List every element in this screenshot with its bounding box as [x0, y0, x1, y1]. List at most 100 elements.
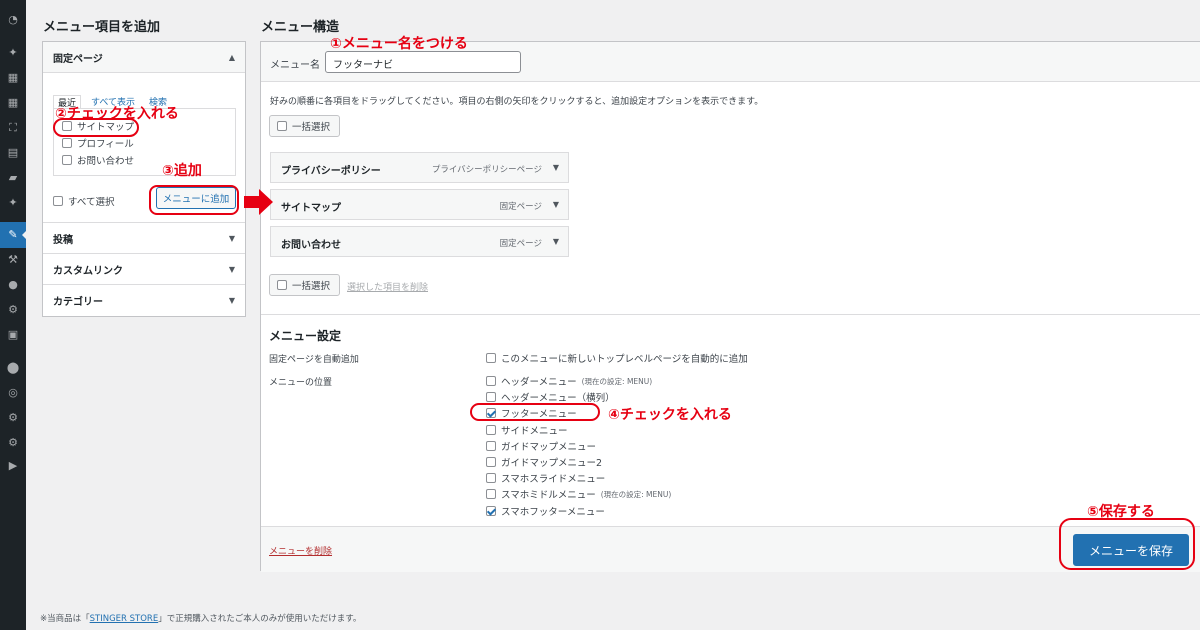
menu-location-label: ガイドマップメニュー2	[501, 458, 603, 469]
menu-location-item[interactable]: スマホフッターメニュー	[486, 504, 605, 518]
menu-item-title: お問い合わせ	[281, 240, 341, 251]
checkbox[interactable]	[486, 505, 496, 516]
settings-block-icon[interactable]: ▣	[5, 327, 21, 343]
chevron-down-icon: ▼	[228, 296, 235, 305]
menu-item-type: 固定ページ	[499, 202, 542, 212]
play-icon[interactable]: ▶	[5, 458, 21, 474]
checkbox[interactable]	[62, 138, 72, 148]
checkbox[interactable]	[277, 121, 287, 131]
menu-location-label: スマホスライドメニュー	[501, 474, 606, 486]
pin-icon[interactable]: ✦	[5, 45, 21, 61]
checkbox[interactable]	[277, 280, 287, 290]
delete-menu-link[interactable]: メニューを削除	[269, 544, 332, 557]
plugins-icon[interactable]: ⚒	[5, 252, 21, 268]
menu-structure-panel: メニュー名 フッターナビ 好みの順番に各項目をドラッグしてください。項目の右側の…	[260, 41, 1200, 572]
annotation-4: ④チェックを入れる	[608, 407, 732, 423]
auto-add-option[interactable]: このメニューに新しいトップレベルページを自動的に追加	[486, 351, 748, 365]
list-item[interactable]: プロフィール	[62, 136, 134, 150]
menu-locations-list: ヘッダーメニュー (現在の設定: MENU) ヘッダーメニュー（横列） フッターメニュ…	[486, 374, 886, 524]
menu-item-privacy[interactable]: プライバシーポリシー プライバシーポリシーページ ▼	[270, 152, 569, 183]
footer-text-pre: ※当商品は「	[40, 614, 90, 624]
checkbox[interactable]	[486, 376, 496, 386]
bulk-select-label: 一括選択	[292, 281, 331, 292]
tools-icon[interactable]: ⚙	[5, 302, 21, 318]
wp-icon[interactable]: ◎	[5, 385, 21, 401]
dashboard-icon[interactable]: ◔	[5, 12, 21, 28]
list-item-label: お問い合わせ	[77, 156, 135, 167]
list-item-label: プロフィール	[77, 139, 134, 150]
annotation-3: ③追加	[162, 163, 202, 179]
checkbox[interactable]	[486, 392, 496, 403]
pages-icon[interactable]: ▤	[5, 145, 21, 161]
menu-location-item[interactable]: スマホミドルメニュー (現在の設定: MENU)	[486, 487, 671, 501]
checkbox[interactable]	[486, 473, 496, 484]
checkbox[interactable]	[486, 440, 496, 451]
arrow-right-icon	[244, 189, 273, 215]
categories-section-header[interactable]: カテゴリー ▼	[43, 285, 245, 316]
menu-location-item[interactable]: ガイドマップメニュー2	[486, 455, 602, 469]
admin-sidebar: ◔ ✦ ▦ ▦ ⛶ ▤ ▰ ✦ ✎ ⚒ ● ⚙ ▣ ⬤ ◎ ⚙ ⚙ ▶	[0, 0, 27, 630]
blocks-icon[interactable]: ▦	[5, 70, 21, 86]
remove-selected-link[interactable]: 選択した項目を削除	[347, 280, 428, 293]
divider	[261, 314, 1200, 315]
menu-structure-title: メニュー構造	[261, 19, 340, 34]
bulk-select-button-bottom[interactable]: 一括選択	[269, 274, 340, 296]
chevron-down-icon: ▼	[228, 264, 235, 274]
footer-text-post: 」で正規購入されたご本人のみが使用いただけます。	[158, 614, 362, 624]
chevron-down-icon[interactable]: ▼	[553, 237, 559, 246]
checkbox[interactable]	[62, 155, 72, 165]
pin2-icon[interactable]: ✦	[5, 195, 21, 211]
active-menu-notch	[22, 230, 27, 240]
appearance-icon[interactable]: ✎	[5, 227, 21, 243]
bulk-select-label: 一括選択	[292, 122, 331, 133]
auto-add-label: 固定ページを自動追加	[269, 355, 359, 365]
chevron-down-icon[interactable]: ▼	[553, 163, 559, 172]
chevron-down-icon[interactable]: ▼	[553, 200, 559, 209]
highlight-oval-save	[1059, 518, 1195, 570]
menu-location-label: スマホフッターメニュー	[501, 506, 605, 518]
menu-name-label: メニュー名	[270, 60, 320, 71]
checkbox[interactable]	[486, 489, 496, 500]
highlight-oval-footer-menu	[470, 403, 600, 421]
gear-icon[interactable]: ⚙	[5, 410, 21, 426]
menu-location-item[interactable]: スマホスライドメニュー	[486, 471, 605, 485]
pages-section-label: 固定ページ	[53, 53, 103, 65]
menu-location-note: (現在の設定: MENU)	[581, 376, 653, 386]
menu-location-item[interactable]: ガイドマップメニュー	[486, 439, 596, 453]
grid-icon[interactable]: ▦	[5, 95, 21, 111]
list-item[interactable]: お問い合わせ	[62, 153, 134, 167]
circle-icon[interactable]: ⬤	[5, 360, 21, 376]
checkbox[interactable]	[486, 457, 496, 467]
menu-item-sitemap[interactable]: サイトマップ 固定ページ ▼	[270, 189, 569, 220]
bulk-select-button-top[interactable]: 一括選択	[269, 115, 340, 137]
add-menu-items-panel: 固定ページ ▲ 最近 すべて表示 検索 サイトマップ プロフィール お問い合わせ	[42, 41, 246, 317]
categories-section-label: カテゴリー	[53, 297, 103, 308]
checkbox[interactable]	[486, 424, 496, 435]
select-all-label: すべて選択	[68, 197, 115, 208]
menu-item-contact[interactable]: お問い合わせ 固定ページ ▼	[270, 226, 569, 257]
annotation-1: ①メニュー名をつける	[330, 36, 468, 52]
menu-location-item[interactable]: サイドメニュー	[486, 423, 568, 437]
select-all-checkbox[interactable]	[53, 196, 63, 206]
footer-note: ※当商品は「STINGER STORE」で正規購入されたご本人のみが使用いただけ…	[40, 612, 361, 624]
add-menu-items-title: メニュー項目を追加	[43, 19, 161, 34]
store-link[interactable]: STINGER STORE	[90, 614, 159, 624]
menu-settings-title: メニュー設定	[269, 329, 342, 343]
users-icon[interactable]: ●	[5, 277, 21, 293]
menu-location-label: メニューの位置	[269, 378, 333, 388]
instructions-text: 好みの順番に各項目をドラッグしてください。項目の右側の矢印をクリックすると、追加…	[270, 97, 764, 107]
custom-links-section-label: カスタムリンク	[53, 265, 123, 277]
menu-item-type: プライバシーポリシーページ	[431, 165, 542, 175]
custom-links-section-header[interactable]: カスタムリンク ▼	[43, 254, 245, 285]
select-all-row[interactable]: すべて選択	[53, 194, 114, 208]
checkbox[interactable]	[486, 353, 496, 363]
menu-location-item[interactable]: ヘッダーメニュー (現在の設定: MENU)	[486, 374, 652, 388]
media-icon[interactable]: ⛶	[5, 120, 21, 136]
menu-location-note: (現在の設定: MENU)	[600, 489, 672, 499]
pages-section-header[interactable]: 固定ページ ▲	[43, 42, 245, 73]
comments-icon[interactable]: ▰	[5, 170, 21, 186]
posts-section-header[interactable]: 投稿 ▼	[43, 223, 245, 254]
highlight-oval-sitemap	[53, 118, 139, 137]
gear2-icon[interactable]: ⚙	[5, 435, 21, 451]
menu-name-input[interactable]: フッターナビ	[325, 51, 521, 73]
